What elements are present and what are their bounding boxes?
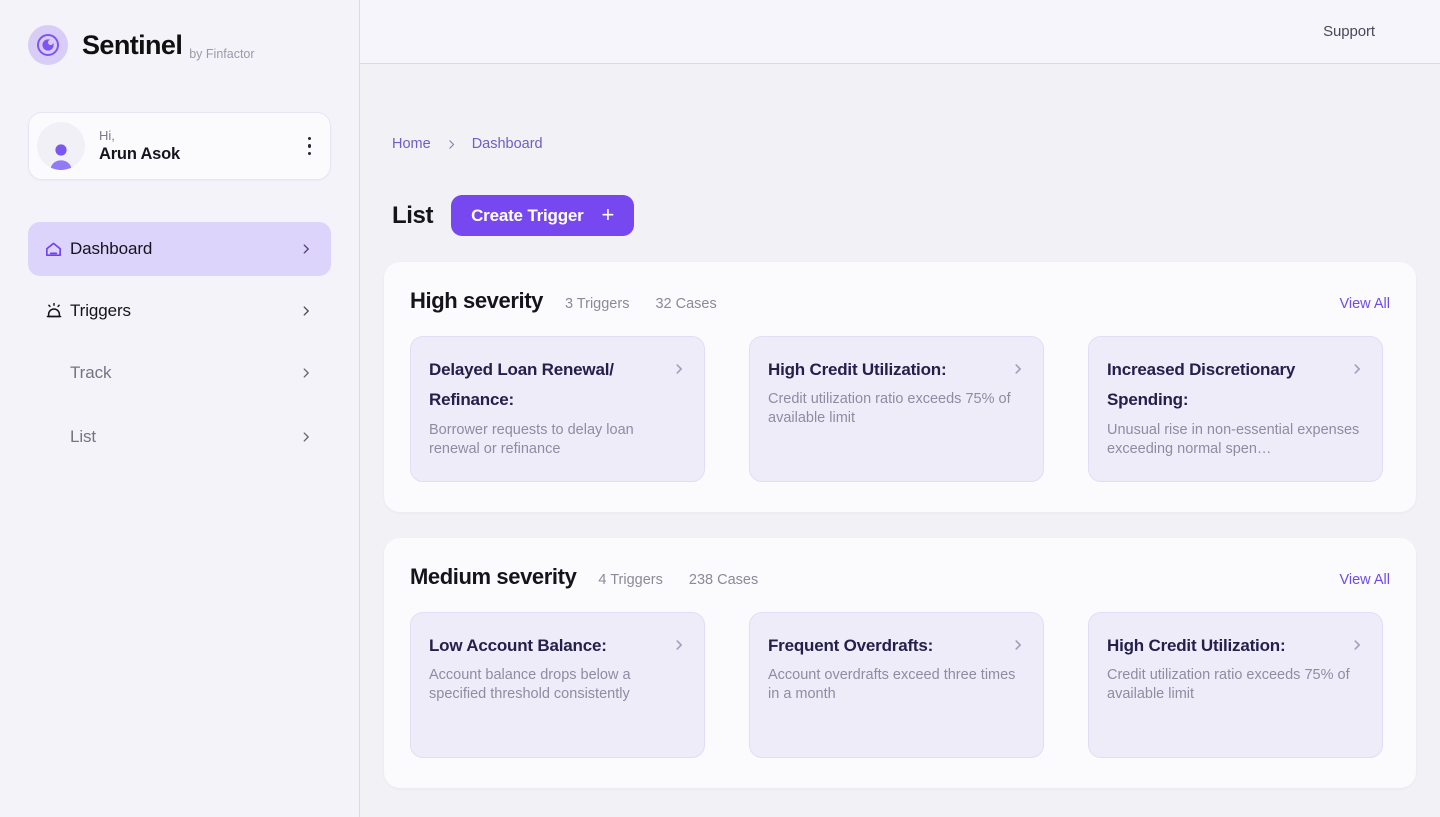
trigger-card-description: Unusual rise in non-essential expenses e… (1107, 421, 1364, 459)
sidebar-item-label: Track (70, 363, 299, 383)
chevron-right-icon (1011, 631, 1025, 657)
triggers-count: 4 Triggers (598, 572, 662, 588)
chevron-right-icon (1350, 631, 1364, 657)
topbar: Support (360, 0, 1440, 64)
sidebar-item-list[interactable]: List (28, 410, 331, 464)
trigger-card[interactable]: High Credit Utilization: Credit utilizat… (749, 336, 1044, 482)
trigger-card[interactable]: Increased Discretionary Spending: Unusua… (1088, 336, 1383, 482)
chevron-right-icon (299, 304, 313, 318)
sidebar-item-label: Dashboard (70, 239, 299, 259)
home-icon (44, 240, 70, 259)
trigger-card-title: Increased Discretionary Spending: (1107, 355, 1342, 416)
trigger-card-description: Credit utilization ratio exceeds 75% of … (768, 390, 1025, 428)
trigger-card-title: Frequent Overdrafts: (768, 631, 1003, 661)
severity-panel-medium: Medium severity 4 Triggers 238 Cases Vie… (384, 538, 1416, 788)
brand-byline: by Finfactor (189, 47, 254, 61)
panel-header: Medium severity 4 Triggers 238 Cases Vie… (410, 564, 1390, 590)
cases-count: 238 Cases (689, 572, 758, 588)
trigger-card-title: High Credit Utilization: (768, 355, 1003, 385)
user-card[interactable]: Hi, Arun Asok (28, 112, 331, 180)
trigger-card-title: Low Account Balance: (429, 631, 664, 661)
user-greeting: Hi, (99, 128, 303, 144)
create-trigger-button[interactable]: Create Trigger + (451, 195, 634, 236)
chevron-right-icon (299, 366, 313, 380)
content-scroll: Home Dashboard List Create Trigger + Hig… (360, 64, 1440, 817)
chevron-right-icon (445, 138, 458, 151)
chevron-right-icon (672, 355, 686, 381)
sidebar-nav: Dashboard Triggers (28, 222, 331, 464)
app-root: Sentinel by Finfactor Hi, Arun Asok (0, 0, 1440, 817)
sidebar-item-label: List (70, 427, 299, 447)
siren-icon (44, 301, 70, 321)
user-meta: Hi, Arun Asok (99, 128, 303, 163)
panel-title: High severity (410, 288, 543, 314)
panel-header: High severity 3 Triggers 32 Cases View A… (410, 288, 1390, 314)
trigger-card-description: Account balance drops below a specified … (429, 666, 686, 704)
create-trigger-label: Create Trigger (471, 206, 583, 226)
trigger-card-description: Account overdrafts exceed three times in… (768, 666, 1025, 704)
kebab-menu-icon[interactable] (303, 131, 316, 161)
severity-panel-high: High severity 3 Triggers 32 Cases View A… (384, 262, 1416, 512)
sidebar-item-label: Triggers (70, 301, 299, 321)
triggers-count: 3 Triggers (565, 296, 629, 312)
trigger-card-list: Low Account Balance: Account balance dro… (410, 612, 1390, 758)
trigger-card[interactable]: High Credit Utilization: Credit utilizat… (1088, 612, 1383, 758)
chevron-right-icon (672, 631, 686, 657)
page-title: List (392, 202, 433, 230)
brand[interactable]: Sentinel by Finfactor (28, 0, 331, 65)
breadcrumb: Home Dashboard (392, 64, 1416, 152)
plus-icon: + (602, 204, 615, 226)
sidebar: Sentinel by Finfactor Hi, Arun Asok (0, 0, 360, 817)
trigger-card[interactable]: Low Account Balance: Account balance dro… (410, 612, 705, 758)
view-all-link[interactable]: View All (1339, 296, 1390, 312)
trigger-card-title: High Credit Utilization: (1107, 631, 1342, 661)
trigger-card-description: Borrower requests to delay loan renewal … (429, 421, 686, 459)
main-area: Support Home Dashboard List Create Trigg… (360, 0, 1440, 817)
panel-title: Medium severity (410, 564, 576, 590)
user-name: Arun Asok (99, 145, 303, 164)
support-link[interactable]: Support (1323, 23, 1375, 40)
trigger-card-description: Credit utilization ratio exceeds 75% of … (1107, 666, 1364, 704)
list-header: List Create Trigger + (392, 195, 1416, 236)
chevron-right-icon (299, 430, 313, 444)
chevron-right-icon (299, 242, 313, 256)
person-avatar-icon (37, 122, 85, 170)
sidebar-item-dashboard[interactable]: Dashboard (28, 222, 331, 276)
trigger-card[interactable]: Delayed Loan Renewal/ Refinance: Borrowe… (410, 336, 705, 482)
breadcrumb-item-dashboard[interactable]: Dashboard (472, 136, 543, 152)
sidebar-item-track[interactable]: Track (28, 346, 331, 400)
eye-lens-icon (28, 25, 68, 65)
trigger-card-title: Delayed Loan Renewal/ Refinance: (429, 355, 664, 416)
cases-count: 32 Cases (655, 296, 716, 312)
chevron-right-icon (1011, 355, 1025, 381)
brand-name: Sentinel (82, 30, 182, 60)
view-all-link[interactable]: View All (1339, 572, 1390, 588)
breadcrumb-item-home[interactable]: Home (392, 136, 431, 152)
chevron-right-icon (1350, 355, 1364, 381)
trigger-card[interactable]: Frequent Overdrafts: Account overdrafts … (749, 612, 1044, 758)
trigger-card-list: Delayed Loan Renewal/ Refinance: Borrowe… (410, 336, 1390, 482)
sidebar-item-triggers[interactable]: Triggers (28, 284, 331, 338)
